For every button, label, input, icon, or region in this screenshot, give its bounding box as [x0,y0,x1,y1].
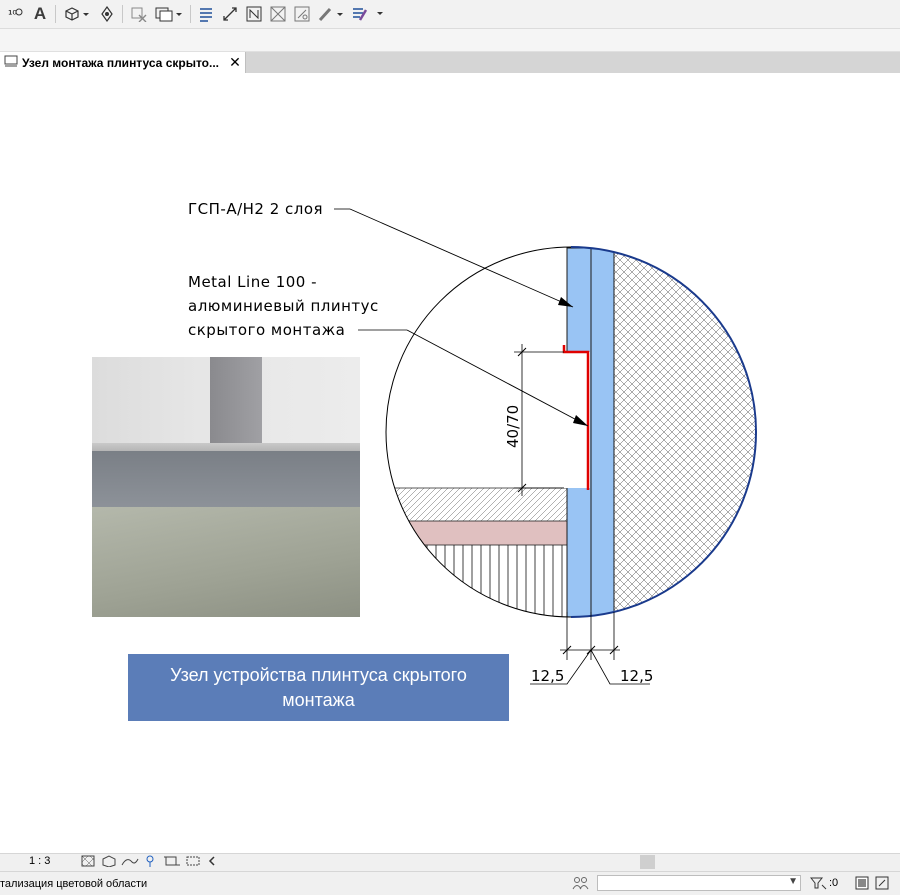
drafting-view-icon [0,55,22,70]
label-metal-line-3: скрытого монтажа [188,321,345,339]
dim-height-label: 40/70 [504,405,522,448]
switch-windows-icon[interactable] [153,4,185,24]
select-links-icon[interactable] [855,876,869,893]
label-gypsum-board: ГСП-А/Н2 2 слоя [188,200,323,218]
properties-icon[interactable] [196,4,216,24]
svg-text:¹⁰: ¹⁰ [8,8,17,21]
settings-icon[interactable] [350,4,386,24]
close-icon[interactable]: ✕ [225,54,245,71]
text-icon[interactable]: A [30,4,50,24]
toolbar-separator [55,5,56,23]
crop-view-icon[interactable] [164,855,180,870]
temporary-hide-icon[interactable] [186,855,202,870]
thin-lines-icon[interactable] [292,4,312,24]
sun-path-icon[interactable] [121,855,139,870]
dim-right-label: 12,5 [620,667,653,685]
caption-text: Узел устройства плинтуса скрытого монтаж… [170,664,467,710]
view-control-bar: 1 : 3 [0,853,900,871]
plinth-photo [92,357,360,617]
document-tab-strip: Узел монтажа плинтуса скрыто... ✕ [0,52,900,73]
workset-dropdown[interactable]: ▼ [597,875,801,891]
filter-icon[interactable] [809,876,828,893]
chevron-left-icon[interactable] [208,855,216,870]
paint-icon[interactable] [316,4,346,24]
drawing-canvas[interactable]: 12,5 12,5 40/70 ГСП-А/Н2 2 слоя Metal Li… [0,73,900,853]
location-icon[interactable] [145,855,155,870]
ribbon-area [0,29,900,52]
status-bar: тализация цветовой области ▼ :0 [0,871,900,895]
gypsum-board-inner [590,247,615,617]
toolbar-separator [122,5,123,23]
caption-box: Узел устройства плинтуса скрытого монтаж… [128,654,509,721]
visual-style-icon[interactable] [101,855,117,870]
toolbar-separator [190,5,191,23]
status-message: тализация цветовой области [0,878,148,890]
measure-icon[interactable] [97,4,117,24]
align-icon[interactable] [268,4,288,24]
selection-count: :0 [829,877,839,889]
dimension-icon[interactable] [220,4,240,24]
quick-access-toolbar: ¹⁰ A [0,0,900,29]
tab-label: Узел монтажа плинтуса скрыто... [22,55,219,70]
dim-left-label: 12,5 [531,667,564,685]
detail-level-icon[interactable] [81,855,95,870]
chevron-down-icon: ▼ [788,876,798,887]
annotation-icon[interactable]: ¹⁰ [6,4,26,24]
label-metal-line-2: алюминиевый плинтус [188,297,379,315]
label-metal-line-1: Metal Line 100 - [188,273,317,291]
select-underlay-icon[interactable] [875,876,891,893]
3d-view-icon[interactable] [62,4,92,24]
floor-screed [386,488,568,521]
hide-icon[interactable] [128,4,150,24]
horizontal-scrollbar-thumb[interactable] [640,855,655,869]
tab-drafting-view[interactable]: Узел монтажа плинтуса скрыто... ✕ [0,52,246,73]
view-scale[interactable]: 1 : 3 [29,855,50,867]
tag-icon[interactable] [244,4,264,24]
worksets-icon[interactable] [572,876,590,893]
floor-finish-layer [386,520,569,546]
